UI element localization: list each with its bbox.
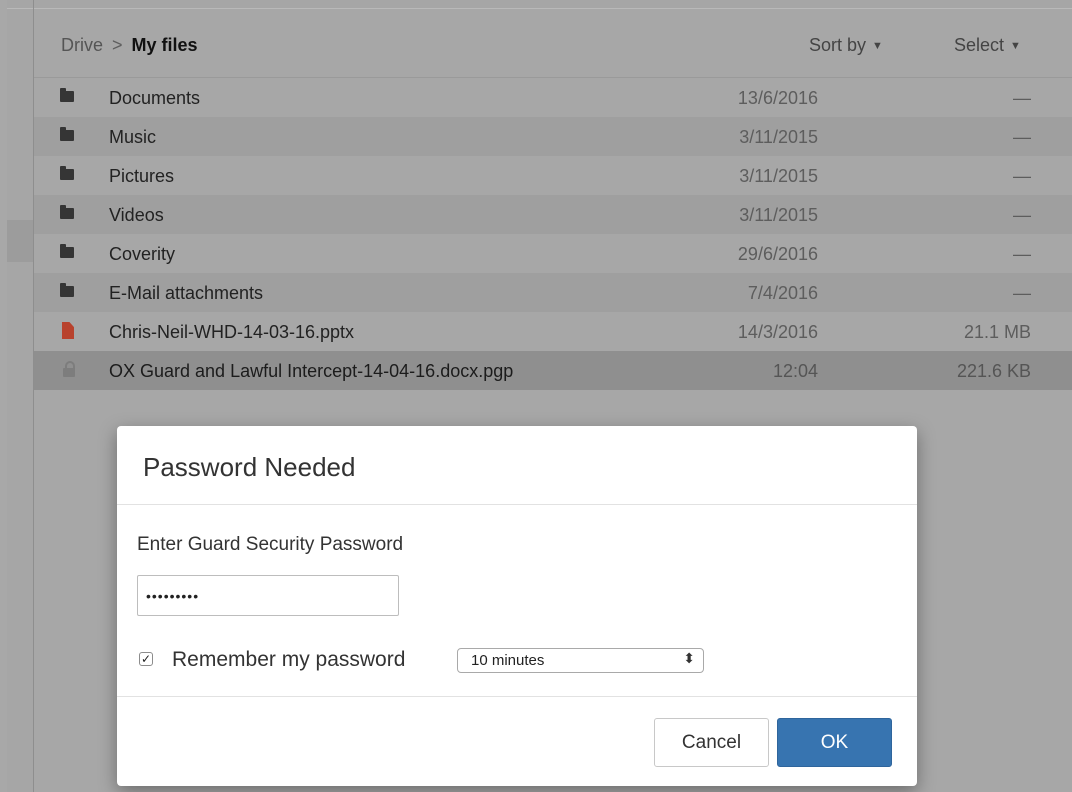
file-row-pptx[interactable]: Chris-Neil-WHD-14-03-16.pptx 14/3/2016 2… xyxy=(34,312,1072,351)
sort-by-dropdown[interactable]: Sort by ▼ xyxy=(809,35,883,56)
breadcrumb-drive-link[interactable]: Drive xyxy=(61,35,103,55)
select-dropdown[interactable]: Select ▼ xyxy=(954,35,1021,56)
file-row-music[interactable]: Music 3/11/2015 — xyxy=(34,117,1072,156)
cancel-button[interactable]: Cancel xyxy=(654,718,769,767)
file-size: — xyxy=(1013,205,1031,225)
file-date: 3/11/2015 xyxy=(739,127,818,147)
file-size: — xyxy=(1013,127,1031,147)
file-row-videos[interactable]: Videos 3/11/2015 — xyxy=(34,195,1072,234)
file-date: 13/6/2016 xyxy=(737,88,818,108)
file-list: Documents 13/6/2016 — Music 3/11/2015 — … xyxy=(34,78,1072,390)
select-arrows-icon: ⬍ xyxy=(683,650,695,666)
file-date: 14/3/2016 xyxy=(737,322,818,342)
file-name: Chris-Neil-WHD-14-03-16.pptx xyxy=(109,322,355,342)
folder-icon xyxy=(60,205,74,219)
file-name: Documents xyxy=(109,88,201,108)
caret-down-icon: ▼ xyxy=(872,40,883,52)
dialog-title: Password Needed xyxy=(143,452,356,482)
file-name: Pictures xyxy=(109,166,175,186)
file-date: 7/4/2016 xyxy=(747,283,818,303)
file-size: — xyxy=(1013,166,1031,186)
file-name: Coverity xyxy=(109,244,176,264)
file-size: 221.6 KB xyxy=(956,361,1031,381)
folder-icon xyxy=(60,88,74,102)
breadcrumb-current: My files xyxy=(131,35,198,55)
password-field[interactable] xyxy=(137,575,399,616)
file-name: Videos xyxy=(109,205,164,225)
folder-icon xyxy=(60,127,74,141)
file-date: 12:04 xyxy=(772,361,818,381)
file-size: — xyxy=(1013,283,1031,303)
duration-value: 10 minutes xyxy=(471,652,545,669)
file-date: 3/11/2015 xyxy=(739,166,818,186)
file-name: OX Guard and Lawful Intercept-14-04-16.d… xyxy=(109,361,514,381)
remember-password-label: Remember my password xyxy=(172,648,406,671)
file-name: Music xyxy=(109,127,157,147)
folder-icon xyxy=(60,244,74,258)
password-dialog: Password Needed Enter Guard Security Pas… xyxy=(117,426,917,786)
pptx-file-icon xyxy=(62,322,74,339)
toolbar: Drive > My files Sort by ▼ Select ▼ xyxy=(34,9,1072,78)
left-edge xyxy=(0,0,7,792)
sort-by-label: Sort by xyxy=(809,35,867,55)
breadcrumb-separator: > xyxy=(112,35,123,55)
ok-button[interactable]: OK xyxy=(777,718,892,767)
drive-window: Drive > My files Sort by ▼ Select ▼ Document… xyxy=(0,0,1072,792)
folder-icon xyxy=(60,283,74,297)
file-date: 29/6/2016 xyxy=(737,244,818,264)
folder-icon xyxy=(60,166,74,180)
file-name: E-Mail attachments xyxy=(109,283,264,303)
file-size: — xyxy=(1013,88,1031,108)
file-row-encrypted-docx[interactable]: OX Guard and Lawful Intercept-14-04-16.d… xyxy=(34,351,1072,390)
lock-icon xyxy=(63,361,75,377)
file-date: 3/11/2015 xyxy=(739,205,818,225)
caret-down-icon: ▼ xyxy=(1010,40,1021,52)
file-row-pictures[interactable]: Pictures 3/11/2015 — xyxy=(34,156,1072,195)
left-panel-tab[interactable] xyxy=(7,220,33,262)
file-size: 21.1 MB xyxy=(963,322,1031,342)
dialog-header: Password Needed xyxy=(117,426,917,505)
file-row-email-attachments[interactable]: E-Mail attachments 7/4/2016 — xyxy=(34,273,1072,312)
select-label: Select xyxy=(954,35,1005,55)
file-row-documents[interactable]: Documents 13/6/2016 — xyxy=(34,78,1072,117)
remember-duration-select[interactable]: 10 minutes ⬍ xyxy=(457,648,704,673)
file-row-coverity[interactable]: Coverity 29/6/2016 — xyxy=(34,234,1072,273)
password-label: Enter Guard Security Password xyxy=(137,534,404,555)
dialog-footer: Cancel OK xyxy=(117,696,917,787)
remember-password-checkbox[interactable]: ✓ xyxy=(139,652,153,666)
breadcrumb: Drive > My files xyxy=(61,35,198,56)
file-size: — xyxy=(1013,244,1031,264)
